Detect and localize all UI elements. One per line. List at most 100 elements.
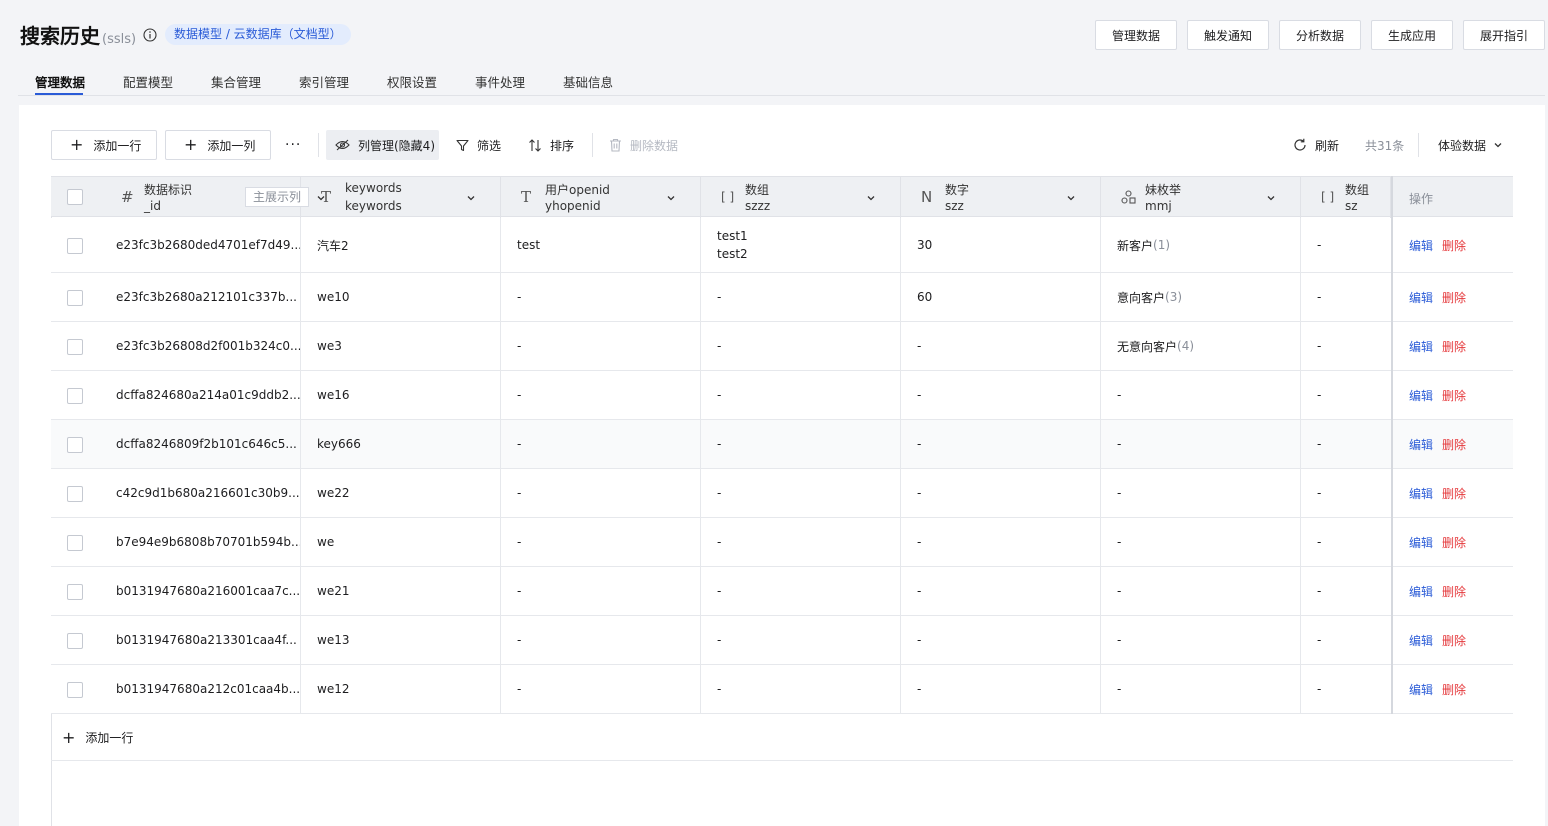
row-checkbox[interactable] xyxy=(67,535,83,551)
cell-sz[interactable]: - xyxy=(1300,567,1391,615)
table-row[interactable]: dcffa824680a214a01c9ddb2... we16- - - - - 编辑 删除 xyxy=(51,371,1513,420)
table-row[interactable]: dcffa8246809f2b101c646c5... key666- - - - - 编辑… xyxy=(51,420,1513,469)
cell-id[interactable]: dcffa824680a214a01c9ddb2... xyxy=(100,371,301,419)
cell-szz[interactable]: - xyxy=(900,518,1101,566)
column-header-szz[interactable]: N 数字 szz xyxy=(901,177,1101,218)
edit-row-link[interactable]: 编辑 xyxy=(1409,485,1433,502)
delete-row-link[interactable]: 删除 xyxy=(1442,485,1466,502)
cell-szzz[interactable]: test1 test2 xyxy=(700,218,901,272)
cell-keywords[interactable]: 汽车2 xyxy=(300,218,501,272)
cell-keywords[interactable]: we21 xyxy=(300,567,501,615)
delete-row-link[interactable]: 删除 xyxy=(1442,289,1466,306)
cell-mmj[interactable]: 新客户 (1) xyxy=(1100,218,1301,272)
edit-row-link[interactable]: 编辑 xyxy=(1409,289,1433,306)
cell-szzz[interactable]: - xyxy=(700,371,901,419)
column-header-keywords[interactable]: T keywords keywords xyxy=(301,177,501,218)
cell-id[interactable]: c42c9d1b680a216601c30b9... xyxy=(100,469,301,517)
row-checkbox[interactable] xyxy=(67,682,83,698)
delete-row-link[interactable]: 删除 xyxy=(1442,387,1466,404)
tab-basic-info[interactable]: 基础信息 xyxy=(563,72,613,91)
row-checkbox[interactable] xyxy=(67,290,83,306)
row-checkbox[interactable] xyxy=(67,339,83,355)
cell-id[interactable]: e23fc3b2680a212101c337b... xyxy=(100,273,301,321)
tab-manage-data[interactable]: 管理数据 xyxy=(35,72,85,91)
cell-szz[interactable]: - xyxy=(900,616,1101,664)
tab-collection[interactable]: 集合管理 xyxy=(211,72,261,91)
column-header-openid[interactable]: T 用户openid yhopenid xyxy=(501,177,701,218)
cell-id[interactable]: e23fc3b2680ded4701ef7d49... xyxy=(100,218,301,272)
cell-szz[interactable]: 60 xyxy=(900,273,1101,321)
column-header-mmj[interactable]: 妹枚举 mmj xyxy=(1101,177,1301,218)
cell-szz[interactable]: 30 xyxy=(900,218,1101,272)
cell-keywords[interactable]: we xyxy=(300,518,501,566)
filter-button[interactable]: 筛选 xyxy=(456,130,501,160)
edit-row-link[interactable]: 编辑 xyxy=(1409,387,1433,404)
cell-openid[interactable]: - xyxy=(500,616,701,664)
row-checkbox[interactable] xyxy=(67,584,83,600)
row-checkbox[interactable] xyxy=(67,633,83,649)
cell-mmj[interactable]: 意向客户 (3) xyxy=(1100,273,1301,321)
delete-data-button[interactable]: 删除数据 xyxy=(609,130,678,160)
cell-szz[interactable]: - xyxy=(900,469,1101,517)
cell-sz[interactable]: - xyxy=(1300,218,1391,272)
cell-mmj[interactable]: 无意向客户 (4) xyxy=(1100,322,1301,370)
table-row[interactable]: b0131947680a212c01caa4b... we12- - - - - 编辑 删除 xyxy=(51,665,1513,714)
cell-sz[interactable]: - xyxy=(1300,518,1391,566)
delete-row-link[interactable]: 删除 xyxy=(1442,436,1466,453)
cell-openid[interactable]: - xyxy=(500,371,701,419)
delete-row-link[interactable]: 删除 xyxy=(1442,681,1466,698)
cell-id[interactable]: b0131947680a213301caa4f... xyxy=(100,616,301,664)
info-icon[interactable] xyxy=(143,28,157,42)
chevron-down-icon[interactable] xyxy=(1065,192,1077,204)
cell-szz[interactable]: - xyxy=(900,371,1101,419)
cell-openid[interactable]: - xyxy=(500,273,701,321)
cell-openid[interactable]: - xyxy=(500,420,701,468)
cell-sz[interactable]: - xyxy=(1300,420,1391,468)
edit-row-link[interactable]: 编辑 xyxy=(1409,534,1433,551)
edit-row-link[interactable]: 编辑 xyxy=(1409,436,1433,453)
more-actions-button[interactable]: ··· xyxy=(285,130,301,160)
chevron-down-icon[interactable] xyxy=(465,192,477,204)
cell-keywords[interactable]: we13 xyxy=(300,616,501,664)
column-header-sz[interactable]: [ ] 数组 sz xyxy=(1301,177,1391,218)
table-row[interactable]: b0131947680a216001caa7c... we21- - - - - 编辑 删除 xyxy=(51,567,1513,616)
cell-id[interactable]: b0131947680a212c01caa4b... xyxy=(100,665,301,713)
cell-sz[interactable]: - xyxy=(1300,665,1391,713)
chevron-down-icon[interactable] xyxy=(1265,192,1277,204)
cell-openid[interactable]: - xyxy=(500,567,701,615)
table-row[interactable]: e23fc3b2680a212101c337b... we10- -60 意向客户 (3… xyxy=(51,273,1513,322)
cell-openid[interactable]: test xyxy=(500,218,701,272)
cell-sz[interactable]: - xyxy=(1300,371,1391,419)
cell-mmj[interactable]: - xyxy=(1100,665,1301,713)
cell-szzz[interactable]: - xyxy=(700,665,901,713)
column-manage-button[interactable]: 列管理(隐藏4) xyxy=(326,130,439,160)
cell-szzz[interactable]: - xyxy=(700,420,901,468)
table-row[interactable]: c42c9d1b680a216601c30b9... we22- - - - - 编辑 删除 xyxy=(51,469,1513,518)
cell-id[interactable]: b0131947680a216001caa7c... xyxy=(100,567,301,615)
cell-keywords[interactable]: we10 xyxy=(300,273,501,321)
delete-row-link[interactable]: 删除 xyxy=(1442,237,1466,254)
column-header-szzz[interactable]: [ ] 数组 szzz xyxy=(701,177,901,218)
cell-mmj[interactable]: - xyxy=(1100,518,1301,566)
cell-szz[interactable]: - xyxy=(900,567,1101,615)
cell-szzz[interactable]: - xyxy=(700,518,901,566)
tab-permission[interactable]: 权限设置 xyxy=(387,72,437,91)
refresh-button[interactable]: 刷新 xyxy=(1293,130,1339,160)
cell-szzz[interactable]: - xyxy=(700,616,901,664)
cell-keywords[interactable]: we22 xyxy=(300,469,501,517)
cell-szzz[interactable]: - xyxy=(700,567,901,615)
tab-events[interactable]: 事件处理 xyxy=(475,72,525,91)
cell-mmj[interactable]: - xyxy=(1100,420,1301,468)
table-row[interactable]: e23fc3b2680ded4701ef7d49... 汽车2 test test1 t… xyxy=(51,218,1513,273)
cell-openid[interactable]: - xyxy=(500,322,701,370)
edit-row-link[interactable]: 编辑 xyxy=(1409,237,1433,254)
sort-button[interactable]: 排序 xyxy=(528,130,574,160)
edit-row-link[interactable]: 编辑 xyxy=(1409,681,1433,698)
cell-keywords[interactable]: we12 xyxy=(300,665,501,713)
edit-row-link[interactable]: 编辑 xyxy=(1409,338,1433,355)
edit-row-link[interactable]: 编辑 xyxy=(1409,583,1433,600)
cell-keywords[interactable]: we16 xyxy=(300,371,501,419)
row-checkbox[interactable] xyxy=(67,238,83,254)
table-row[interactable]: b0131947680a213301caa4f... we13- - - - - 编辑 删除 xyxy=(51,616,1513,665)
manage-data-button[interactable]: 管理数据 xyxy=(1095,20,1177,50)
